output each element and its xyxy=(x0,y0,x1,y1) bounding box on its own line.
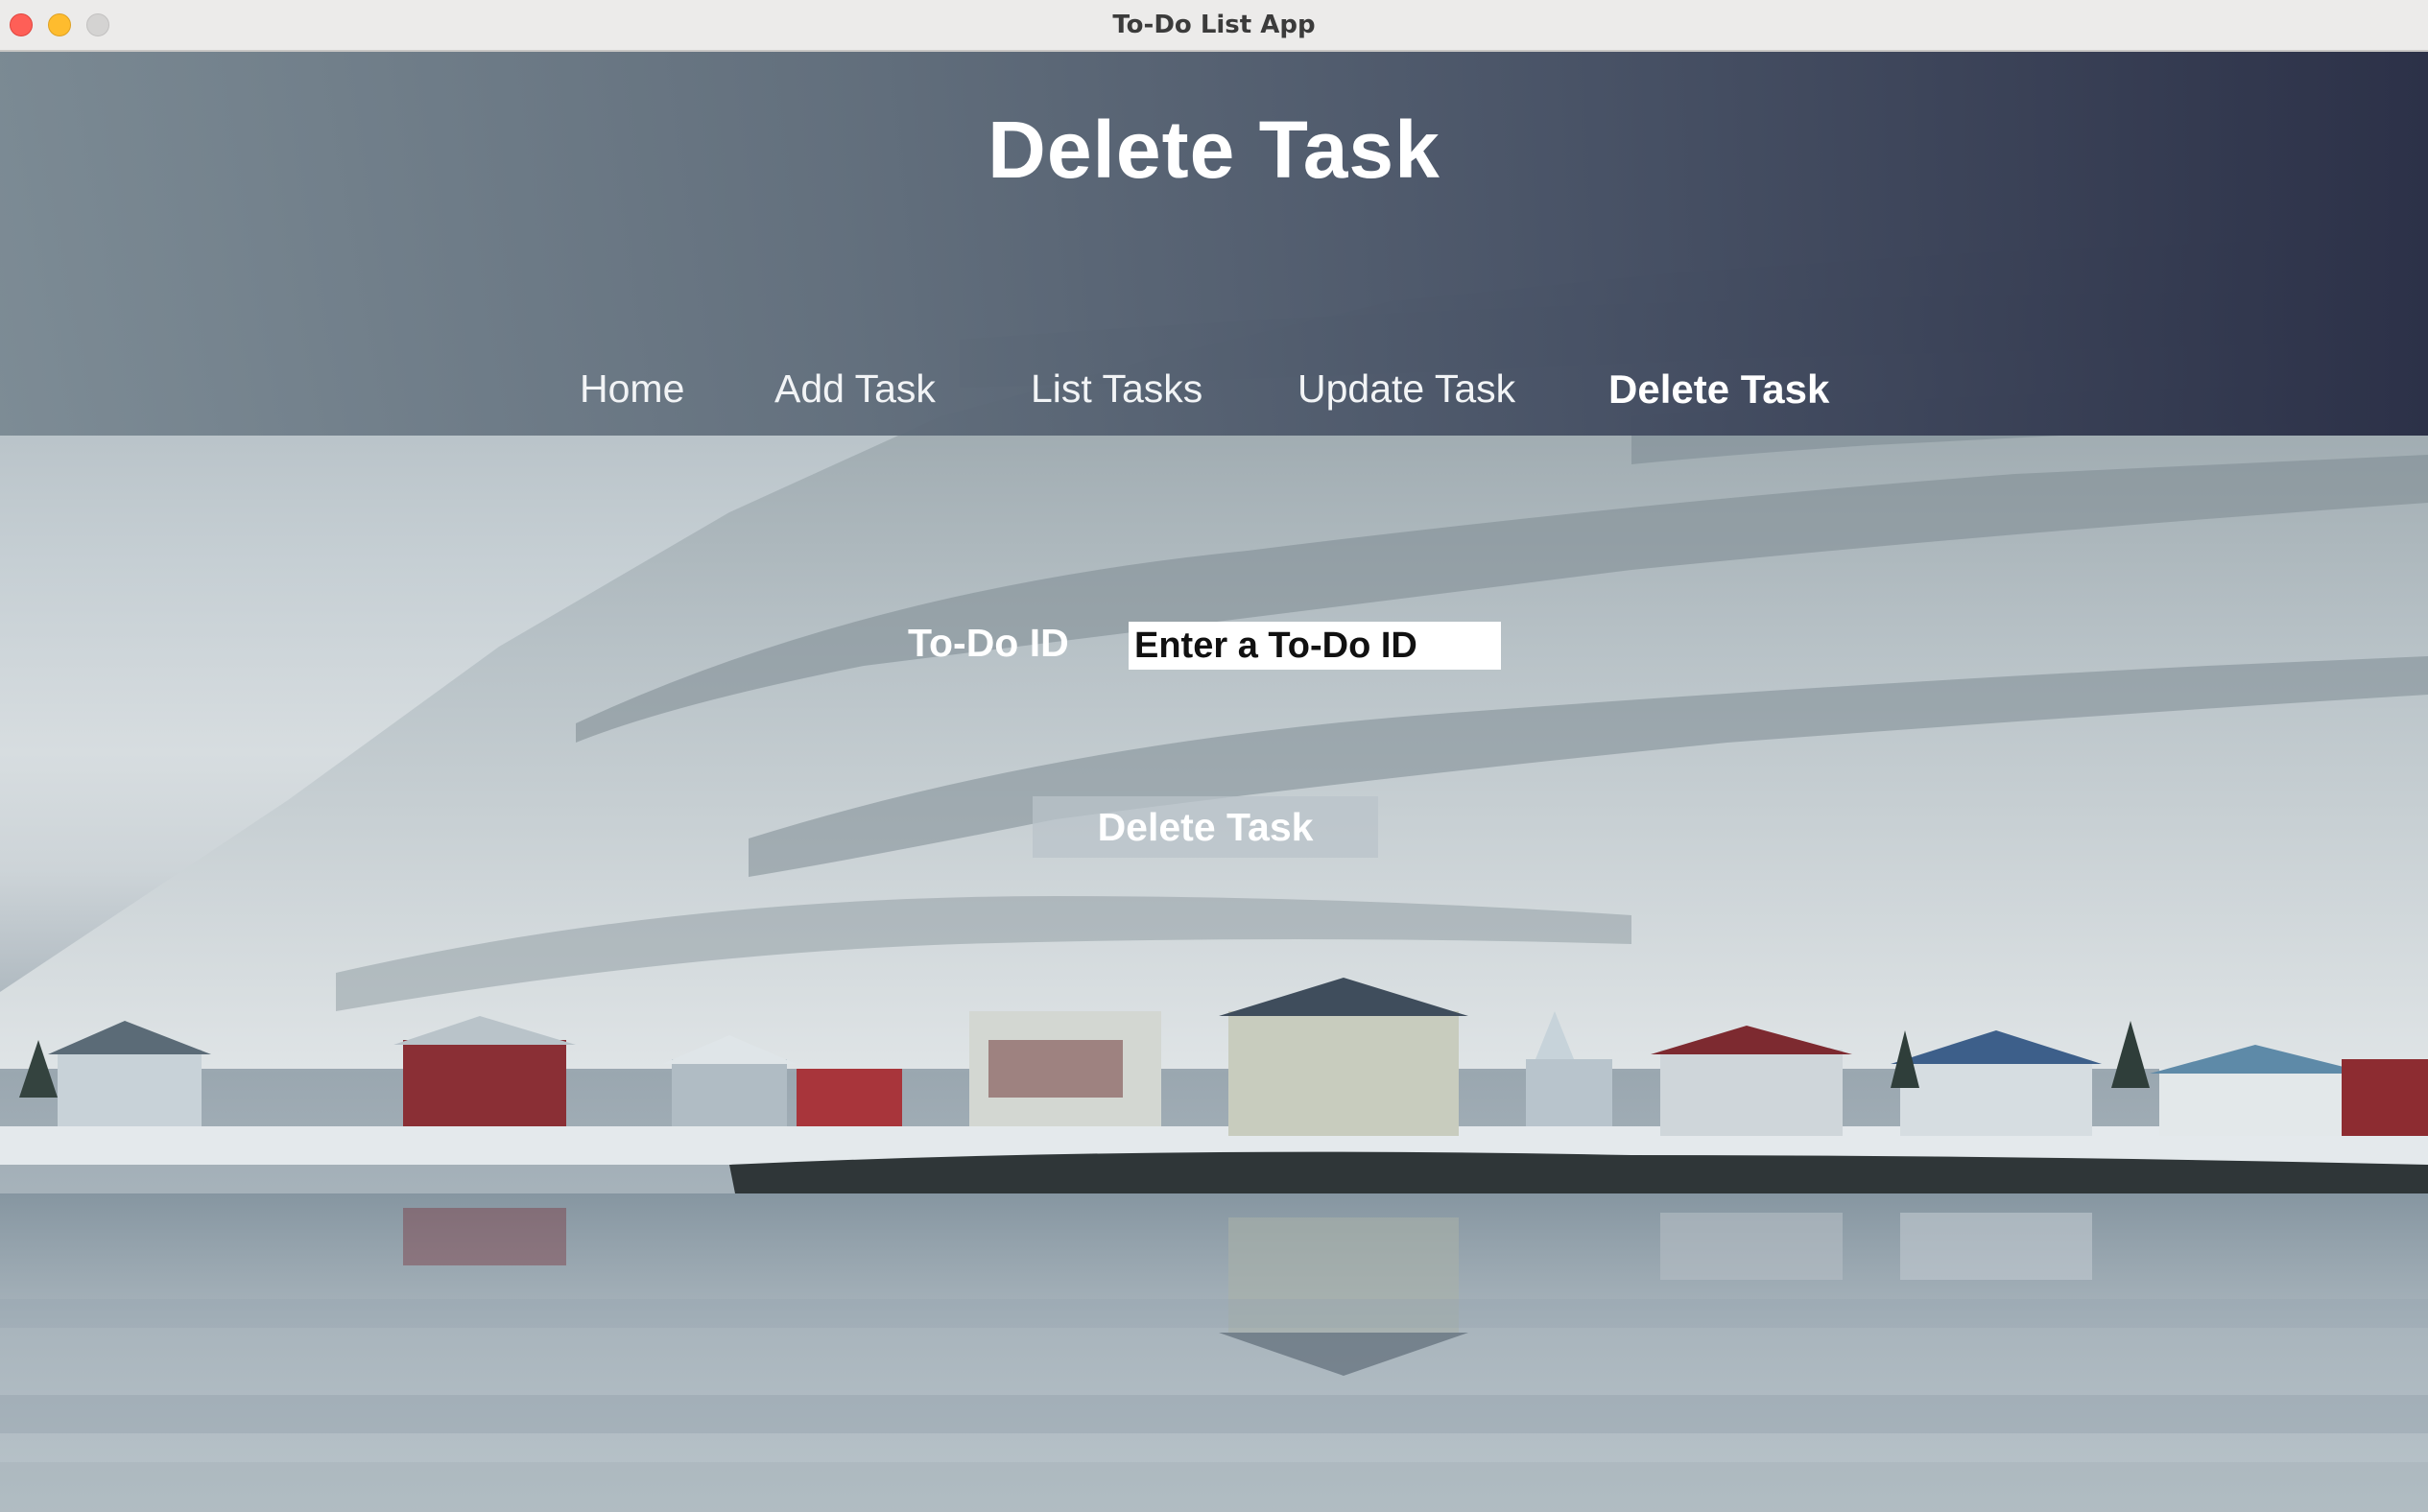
todo-id-input[interactable] xyxy=(1129,622,1501,670)
todo-id-label: To-Do ID xyxy=(908,621,1069,665)
app-window: To-Do List App Delete Task Home Add Task… xyxy=(0,0,2428,1512)
nav-item-update-task[interactable]: Update Task xyxy=(1297,366,1515,412)
nav-item-list-tasks[interactable]: List Tasks xyxy=(1031,366,1202,412)
window-title: To-Do List App xyxy=(1112,11,1316,39)
page-title: Delete Task xyxy=(988,105,1440,195)
navigation-bar: Home Add Task List Tasks Update Task Del… xyxy=(0,366,2428,424)
nav-item-delete-task[interactable]: Delete Task xyxy=(1608,366,1829,413)
delete-task-button[interactable]: Delete Task xyxy=(1033,796,1378,858)
nav-item-add-task[interactable]: Add Task xyxy=(774,366,936,412)
nav-item-home[interactable]: Home xyxy=(580,366,684,412)
title-bar[interactable]: To-Do List App xyxy=(0,0,2428,52)
